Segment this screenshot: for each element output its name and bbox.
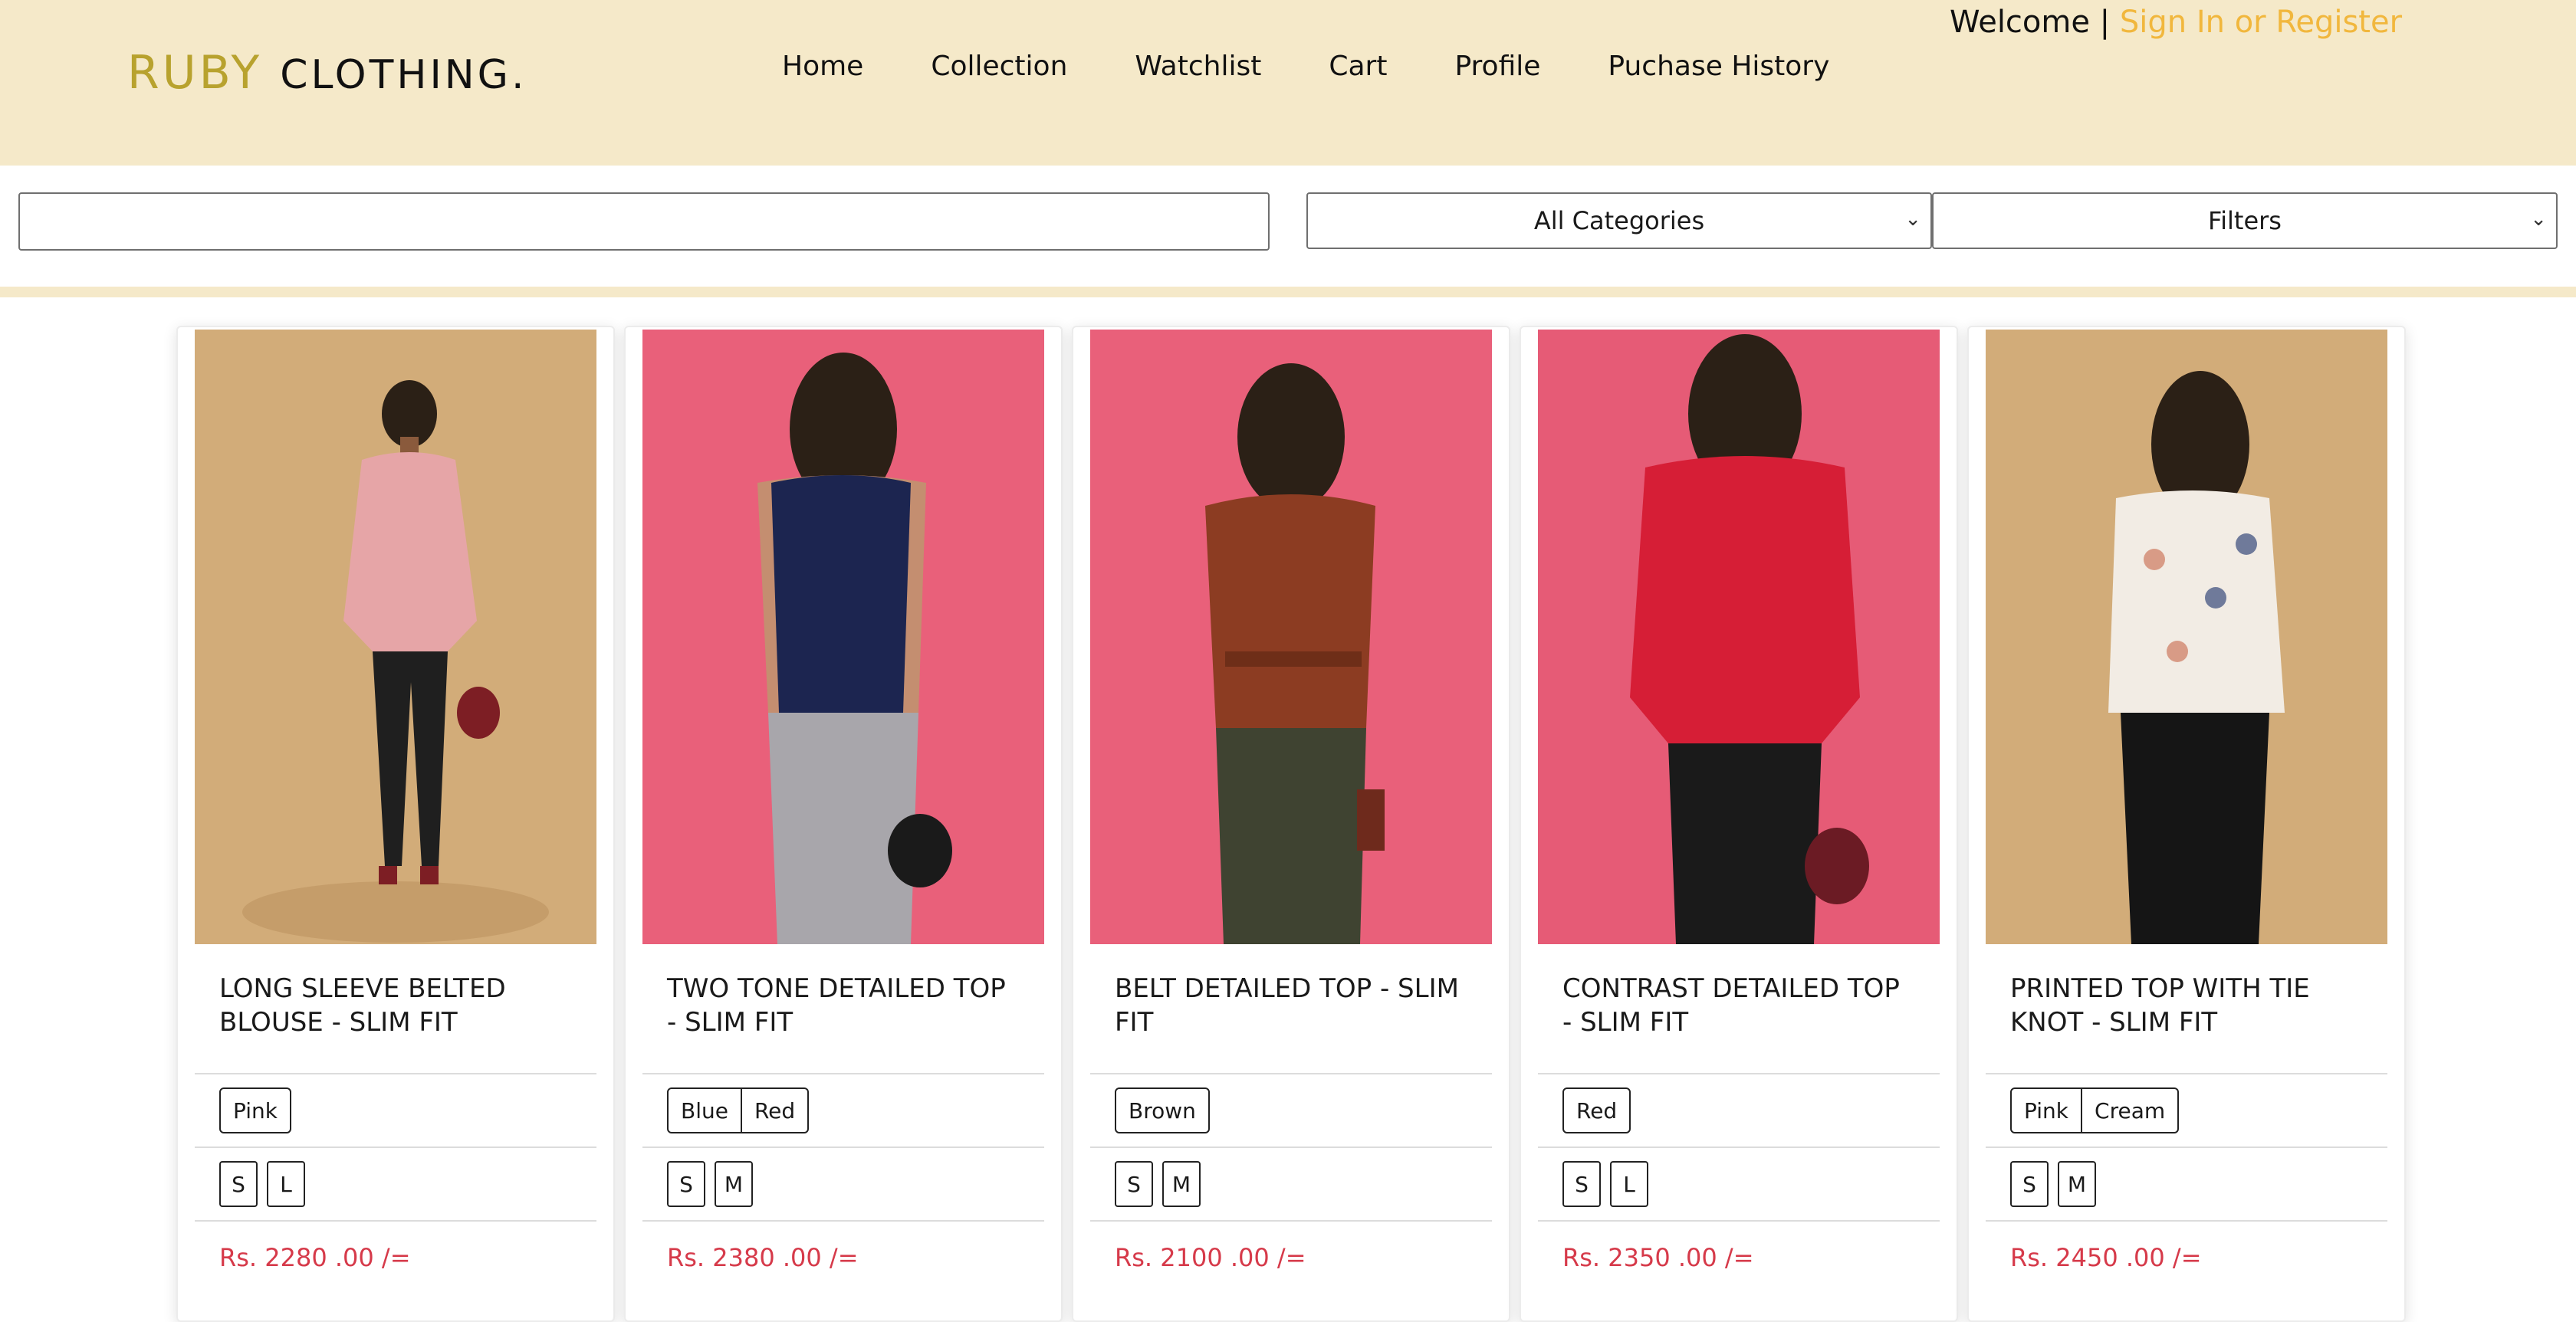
divider-band — [0, 287, 2576, 297]
product-photo — [1090, 330, 1492, 944]
size-option[interactable]: L — [267, 1161, 305, 1207]
welcome-text: Welcome | — [1950, 5, 2120, 40]
color-options: Blue Red — [642, 1073, 1044, 1146]
site-header: RUBY CLOTHING. Home Collection Watchlist… — [0, 0, 2576, 166]
chevron-down-icon: ⌄ — [2530, 208, 2547, 231]
product-price: Rs. 2450 .00 /= — [2010, 1243, 2202, 1272]
size-options: S M — [1090, 1146, 1492, 1220]
price-row: Rs. 2280 .00 /= — [195, 1220, 596, 1294]
size-option[interactable]: M — [1162, 1161, 1201, 1207]
size-options: S M — [642, 1146, 1044, 1220]
product-photo — [1986, 330, 2387, 944]
color-option[interactable]: Pink — [2010, 1087, 2083, 1133]
product-title: CONTRAST DETAILED TOP - SLIM FIT — [1562, 973, 1900, 1038]
size-option[interactable]: S — [2010, 1161, 2049, 1207]
product-image[interactable] — [195, 330, 596, 944]
category-select-value: All Categories — [1533, 206, 1705, 235]
product-title: TWO TONE DETAILED TOP - SLIM FIT — [667, 973, 1006, 1038]
color-options: Pink — [195, 1073, 596, 1146]
product-price: Rs. 2380 .00 /= — [667, 1243, 859, 1272]
product-photo — [1538, 330, 1940, 944]
welcome-area: Welcome | Sign In or Register — [1950, 5, 2402, 40]
color-option[interactable]: Red — [741, 1087, 810, 1133]
nav-home[interactable]: Home — [782, 51, 863, 82]
product-image[interactable] — [1090, 330, 1492, 944]
product-image[interactable] — [642, 330, 1044, 944]
color-options: Red — [1538, 1073, 1940, 1146]
product-photo — [642, 330, 1044, 944]
search-input[interactable] — [18, 192, 1270, 251]
filters-select[interactable]: Filters ⌄ — [1932, 192, 2558, 249]
product-grid: LONG SLEEVE BELTED BLOUSE - SLIM FIT Pin… — [176, 326, 2406, 1322]
product-photo — [195, 330, 596, 944]
product-card[interactable]: CONTRAST DETAILED TOP - SLIM FIT Red S L… — [1520, 326, 1958, 1322]
chevron-down-icon: ⌄ — [1904, 208, 1921, 231]
nav-collection[interactable]: Collection — [931, 51, 1067, 82]
nav-purchase-history[interactable]: Puchase History — [1608, 51, 1829, 82]
product-price: Rs. 2280 .00 /= — [219, 1243, 411, 1272]
color-option[interactable]: Brown — [1115, 1087, 1210, 1133]
size-option[interactable]: L — [1610, 1161, 1648, 1207]
signin-register-link[interactable]: Sign In or Register — [2120, 5, 2402, 40]
price-row: Rs. 2380 .00 /= — [642, 1220, 1044, 1294]
size-options: S M — [1986, 1146, 2387, 1220]
color-option[interactable]: Red — [1562, 1087, 1631, 1133]
price-row: Rs. 2350 .00 /= — [1538, 1220, 1940, 1294]
main-nav: Home Collection Watchlist Cart Profile P… — [782, 51, 1829, 82]
size-option[interactable]: M — [715, 1161, 753, 1207]
product-title: BELT DETAILED TOP - SLIM FIT — [1115, 973, 1459, 1038]
size-option[interactable]: M — [2058, 1161, 2096, 1207]
color-option[interactable]: Cream — [2082, 1087, 2180, 1133]
nav-profile[interactable]: Profile — [1454, 51, 1540, 82]
product-card[interactable]: TWO TONE DETAILED TOP - SLIM FIT Blue Re… — [624, 326, 1063, 1322]
size-options: S L — [195, 1146, 596, 1220]
product-price: Rs. 2350 .00 /= — [1562, 1243, 1754, 1272]
price-row: Rs. 2450 .00 /= — [1986, 1220, 2387, 1294]
search-bar: All Categories ⌄ Filters ⌄ — [0, 166, 2576, 287]
size-option[interactable]: S — [1115, 1161, 1153, 1207]
nav-cart[interactable]: Cart — [1329, 51, 1387, 82]
color-option[interactable]: Blue — [667, 1087, 742, 1133]
brand-logo[interactable]: RUBY CLOTHING. — [127, 46, 527, 100]
price-row: Rs. 2100 .00 /= — [1090, 1220, 1492, 1294]
size-option[interactable]: S — [1562, 1161, 1601, 1207]
color-options: Brown — [1090, 1073, 1492, 1146]
filters-select-value: Filters — [2208, 206, 2282, 235]
product-card[interactable]: LONG SLEEVE BELTED BLOUSE - SLIM FIT Pin… — [176, 326, 615, 1322]
color-options: Pink Cream — [1986, 1073, 2387, 1146]
brand-ruby: RUBY — [127, 46, 263, 100]
product-card[interactable]: PRINTED TOP WITH TIE KNOT - SLIM FIT Pin… — [1967, 326, 2406, 1322]
size-option[interactable]: S — [667, 1161, 705, 1207]
size-option[interactable]: S — [219, 1161, 258, 1207]
product-title: LONG SLEEVE BELTED BLOUSE - SLIM FIT — [219, 973, 506, 1038]
color-option[interactable]: Pink — [219, 1087, 292, 1133]
brand-clothing: CLOTHING. — [280, 52, 527, 98]
nav-watchlist[interactable]: Watchlist — [1135, 51, 1261, 82]
product-image[interactable] — [1986, 330, 2387, 944]
product-price: Rs. 2100 .00 /= — [1115, 1243, 1306, 1272]
product-title: PRINTED TOP WITH TIE KNOT - SLIM FIT — [2010, 973, 2310, 1038]
product-card[interactable]: BELT DETAILED TOP - SLIM FIT Brown S M R… — [1072, 326, 1510, 1322]
category-select[interactable]: All Categories ⌄ — [1306, 192, 1932, 249]
size-options: S L — [1538, 1146, 1940, 1220]
product-image[interactable] — [1538, 330, 1940, 944]
